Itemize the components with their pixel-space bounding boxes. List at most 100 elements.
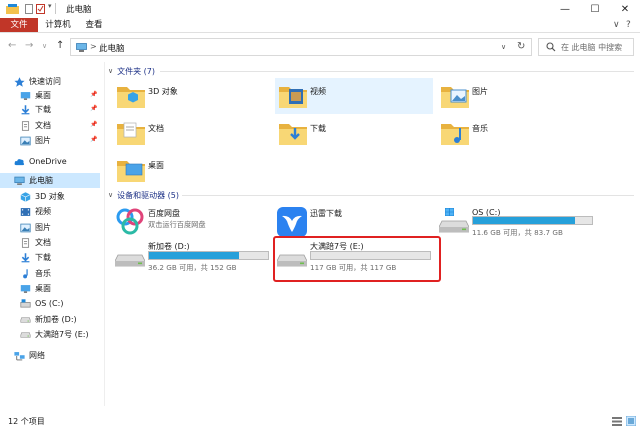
drive-volume-d[interactable]: 新加卷 (D:) 36.2 GB 可用，共 152 GB bbox=[113, 238, 273, 274]
recent-locations-button[interactable]: ∨ bbox=[42, 42, 47, 50]
help-button[interactable]: ? bbox=[626, 20, 631, 30]
folder-desktop[interactable]: 桌面 bbox=[113, 152, 271, 188]
folder-downloads[interactable]: 下载 bbox=[275, 115, 433, 151]
folders-group-label: 文件夹 (7) bbox=[117, 66, 155, 76]
sidebar-item-label: 图片 bbox=[35, 136, 51, 145]
sidebar-item-onedrive[interactable]: OneDrive bbox=[0, 154, 100, 169]
sidebar-item-pictures[interactable]: 图片 bbox=[0, 220, 100, 235]
desktop-folder-icon bbox=[20, 284, 31, 294]
download-folder-icon bbox=[278, 118, 308, 150]
folder-pictures[interactable]: 图片 bbox=[437, 78, 595, 114]
sidebar-item-quick-access[interactable]: 快速访问 bbox=[0, 74, 100, 89]
star-icon bbox=[14, 76, 25, 87]
tab-view[interactable]: 查看 bbox=[80, 18, 108, 32]
sidebar-item-label: 桌面 bbox=[35, 91, 51, 100]
tab-file[interactable]: 文件 bbox=[0, 18, 38, 32]
sidebar-item-documents-pinned[interactable]: 文档 📌 bbox=[0, 118, 100, 133]
sidebar-item-drive-e[interactable]: 大满踣7号 (E:) bbox=[0, 327, 100, 342]
device-xunlei[interactable]: 迅雷下载 bbox=[275, 203, 435, 239]
properties-icon[interactable] bbox=[25, 4, 33, 14]
pin-icon: 📌 bbox=[90, 136, 98, 143]
drive-icon bbox=[114, 242, 146, 270]
sidebar-item-label: 快速访问 bbox=[29, 77, 61, 86]
sidebar-item-3d-objects[interactable]: 3D 对象 bbox=[0, 189, 100, 204]
new-folder-icon[interactable] bbox=[36, 4, 45, 14]
folder-music[interactable]: 音乐 bbox=[437, 115, 595, 151]
large-icons-view-icon[interactable] bbox=[625, 415, 637, 427]
sidebar-item-desktop-pinned[interactable]: 桌面 📌 bbox=[0, 88, 100, 103]
collapse-chevron-icon[interactable]: ∨ bbox=[108, 191, 113, 199]
refresh-button[interactable]: ↻ bbox=[517, 41, 525, 52]
folder-3d-objects[interactable]: 3D 对象 bbox=[113, 78, 271, 114]
download-icon bbox=[20, 104, 31, 115]
sidebar-item-volume-d[interactable]: 新加卷 (D:) bbox=[0, 312, 100, 327]
ribbon-collapse-button[interactable]: ∨ bbox=[613, 20, 620, 30]
back-button[interactable]: ← bbox=[8, 40, 16, 51]
customize-toolbar-icon[interactable]: ▾ bbox=[48, 2, 52, 12]
device-label: 百度网盘 bbox=[148, 209, 180, 218]
pin-icon: 📌 bbox=[90, 121, 98, 128]
storage-bar bbox=[148, 251, 269, 260]
sidebar-item-network[interactable]: 网络 bbox=[0, 348, 100, 363]
sidebar-item-label: OS (C:) bbox=[35, 299, 64, 308]
sidebar-item-label: 网络 bbox=[29, 351, 45, 360]
tab-computer[interactable]: 计算机 bbox=[40, 18, 76, 32]
up-button[interactable]: ↑ bbox=[56, 40, 64, 51]
highlight-box bbox=[273, 236, 441, 282]
minimize-button[interactable]: — bbox=[550, 0, 580, 18]
folder-label: 3D 对象 bbox=[148, 87, 178, 96]
cube-folder-icon bbox=[116, 81, 146, 113]
video-folder-icon bbox=[278, 81, 308, 113]
device-subtitle: 双击运行百度网盘 bbox=[148, 220, 206, 229]
sidebar-item-label: 音乐 bbox=[35, 269, 51, 278]
computer-icon bbox=[14, 176, 25, 186]
folder-label: 图片 bbox=[472, 87, 488, 96]
sidebar-item-label: 文档 bbox=[35, 121, 51, 130]
sidebar-item-os-c[interactable]: OS (C:) bbox=[0, 296, 100, 311]
details-view-icon[interactable] bbox=[612, 416, 622, 426]
folder-videos[interactable]: 视频 bbox=[275, 78, 433, 114]
document-folder-icon bbox=[116, 118, 146, 150]
title-divider bbox=[55, 3, 56, 14]
sidebar-item-label: 大满踣7号 (E:) bbox=[35, 330, 89, 339]
document-icon bbox=[20, 237, 31, 248]
device-baidu-netdisk[interactable]: 百度网盘双击运行百度网盘 bbox=[113, 203, 273, 239]
breadcrumb-separator[interactable]: > bbox=[90, 42, 97, 51]
folder-label: 桌面 bbox=[148, 161, 164, 170]
pin-icon: 📌 bbox=[90, 105, 98, 112]
sidebar-item-desktop[interactable]: 桌面 bbox=[0, 281, 100, 296]
navigation-bar: ← → ∨ ↑ > 此电脑 ∨ ↻ 在 此电脑 中搜索 bbox=[0, 33, 640, 59]
video-icon bbox=[20, 207, 31, 217]
sidebar-item-label: 此电脑 bbox=[29, 176, 53, 185]
maximize-button[interactable]: ☐ bbox=[580, 0, 610, 18]
search-box[interactable]: 在 此电脑 中搜索 bbox=[538, 38, 634, 56]
close-button[interactable]: ✕ bbox=[610, 0, 640, 18]
collapse-chevron-icon[interactable]: ∨ bbox=[108, 67, 113, 75]
forward-button[interactable]: → bbox=[25, 40, 33, 51]
sidebar-item-music[interactable]: 音乐 bbox=[0, 266, 100, 281]
device-subtitle: 36.2 GB 可用，共 152 GB bbox=[148, 263, 237, 272]
sidebar-item-this-pc[interactable]: 此电脑 bbox=[0, 173, 100, 188]
folder-label: 视频 bbox=[310, 87, 326, 96]
status-bar: 12 个项目 bbox=[0, 412, 640, 429]
picture-icon bbox=[20, 223, 31, 233]
sidebar-item-downloads[interactable]: 下载 bbox=[0, 250, 100, 265]
breadcrumb[interactable]: 此电脑 bbox=[99, 42, 125, 54]
search-input[interactable]: 在 此电脑 中搜索 bbox=[561, 42, 622, 53]
storage-bar bbox=[472, 216, 593, 225]
address-bar[interactable]: > 此电脑 ∨ ↻ bbox=[70, 38, 532, 56]
sidebar-item-downloads-pinned[interactable]: 下载 📌 bbox=[0, 102, 100, 117]
desktop-folder-icon bbox=[20, 91, 31, 101]
devices-group-header[interactable]: ∨ 设备和驱动器 (5) bbox=[108, 189, 179, 201]
drive-os-c[interactable]: OS (C:) 11.6 GB 可用，共 83.7 GB bbox=[437, 203, 597, 239]
window-title: 此电脑 bbox=[66, 5, 92, 15]
folders-group-header[interactable]: ∨ 文件夹 (7) bbox=[108, 65, 155, 77]
sidebar-item-pictures-pinned[interactable]: 图片 📌 bbox=[0, 133, 100, 148]
devices-group-label: 设备和驱动器 (5) bbox=[117, 190, 179, 200]
folder-documents[interactable]: 文档 bbox=[113, 115, 271, 151]
address-dropdown-button[interactable]: ∨ bbox=[501, 43, 506, 51]
storage-bar-fill bbox=[473, 217, 576, 224]
sidebar-item-documents[interactable]: 文档 bbox=[0, 235, 100, 250]
sidebar-item-videos[interactable]: 视频 bbox=[0, 204, 100, 219]
sidebar-item-label: 文档 bbox=[35, 238, 51, 247]
